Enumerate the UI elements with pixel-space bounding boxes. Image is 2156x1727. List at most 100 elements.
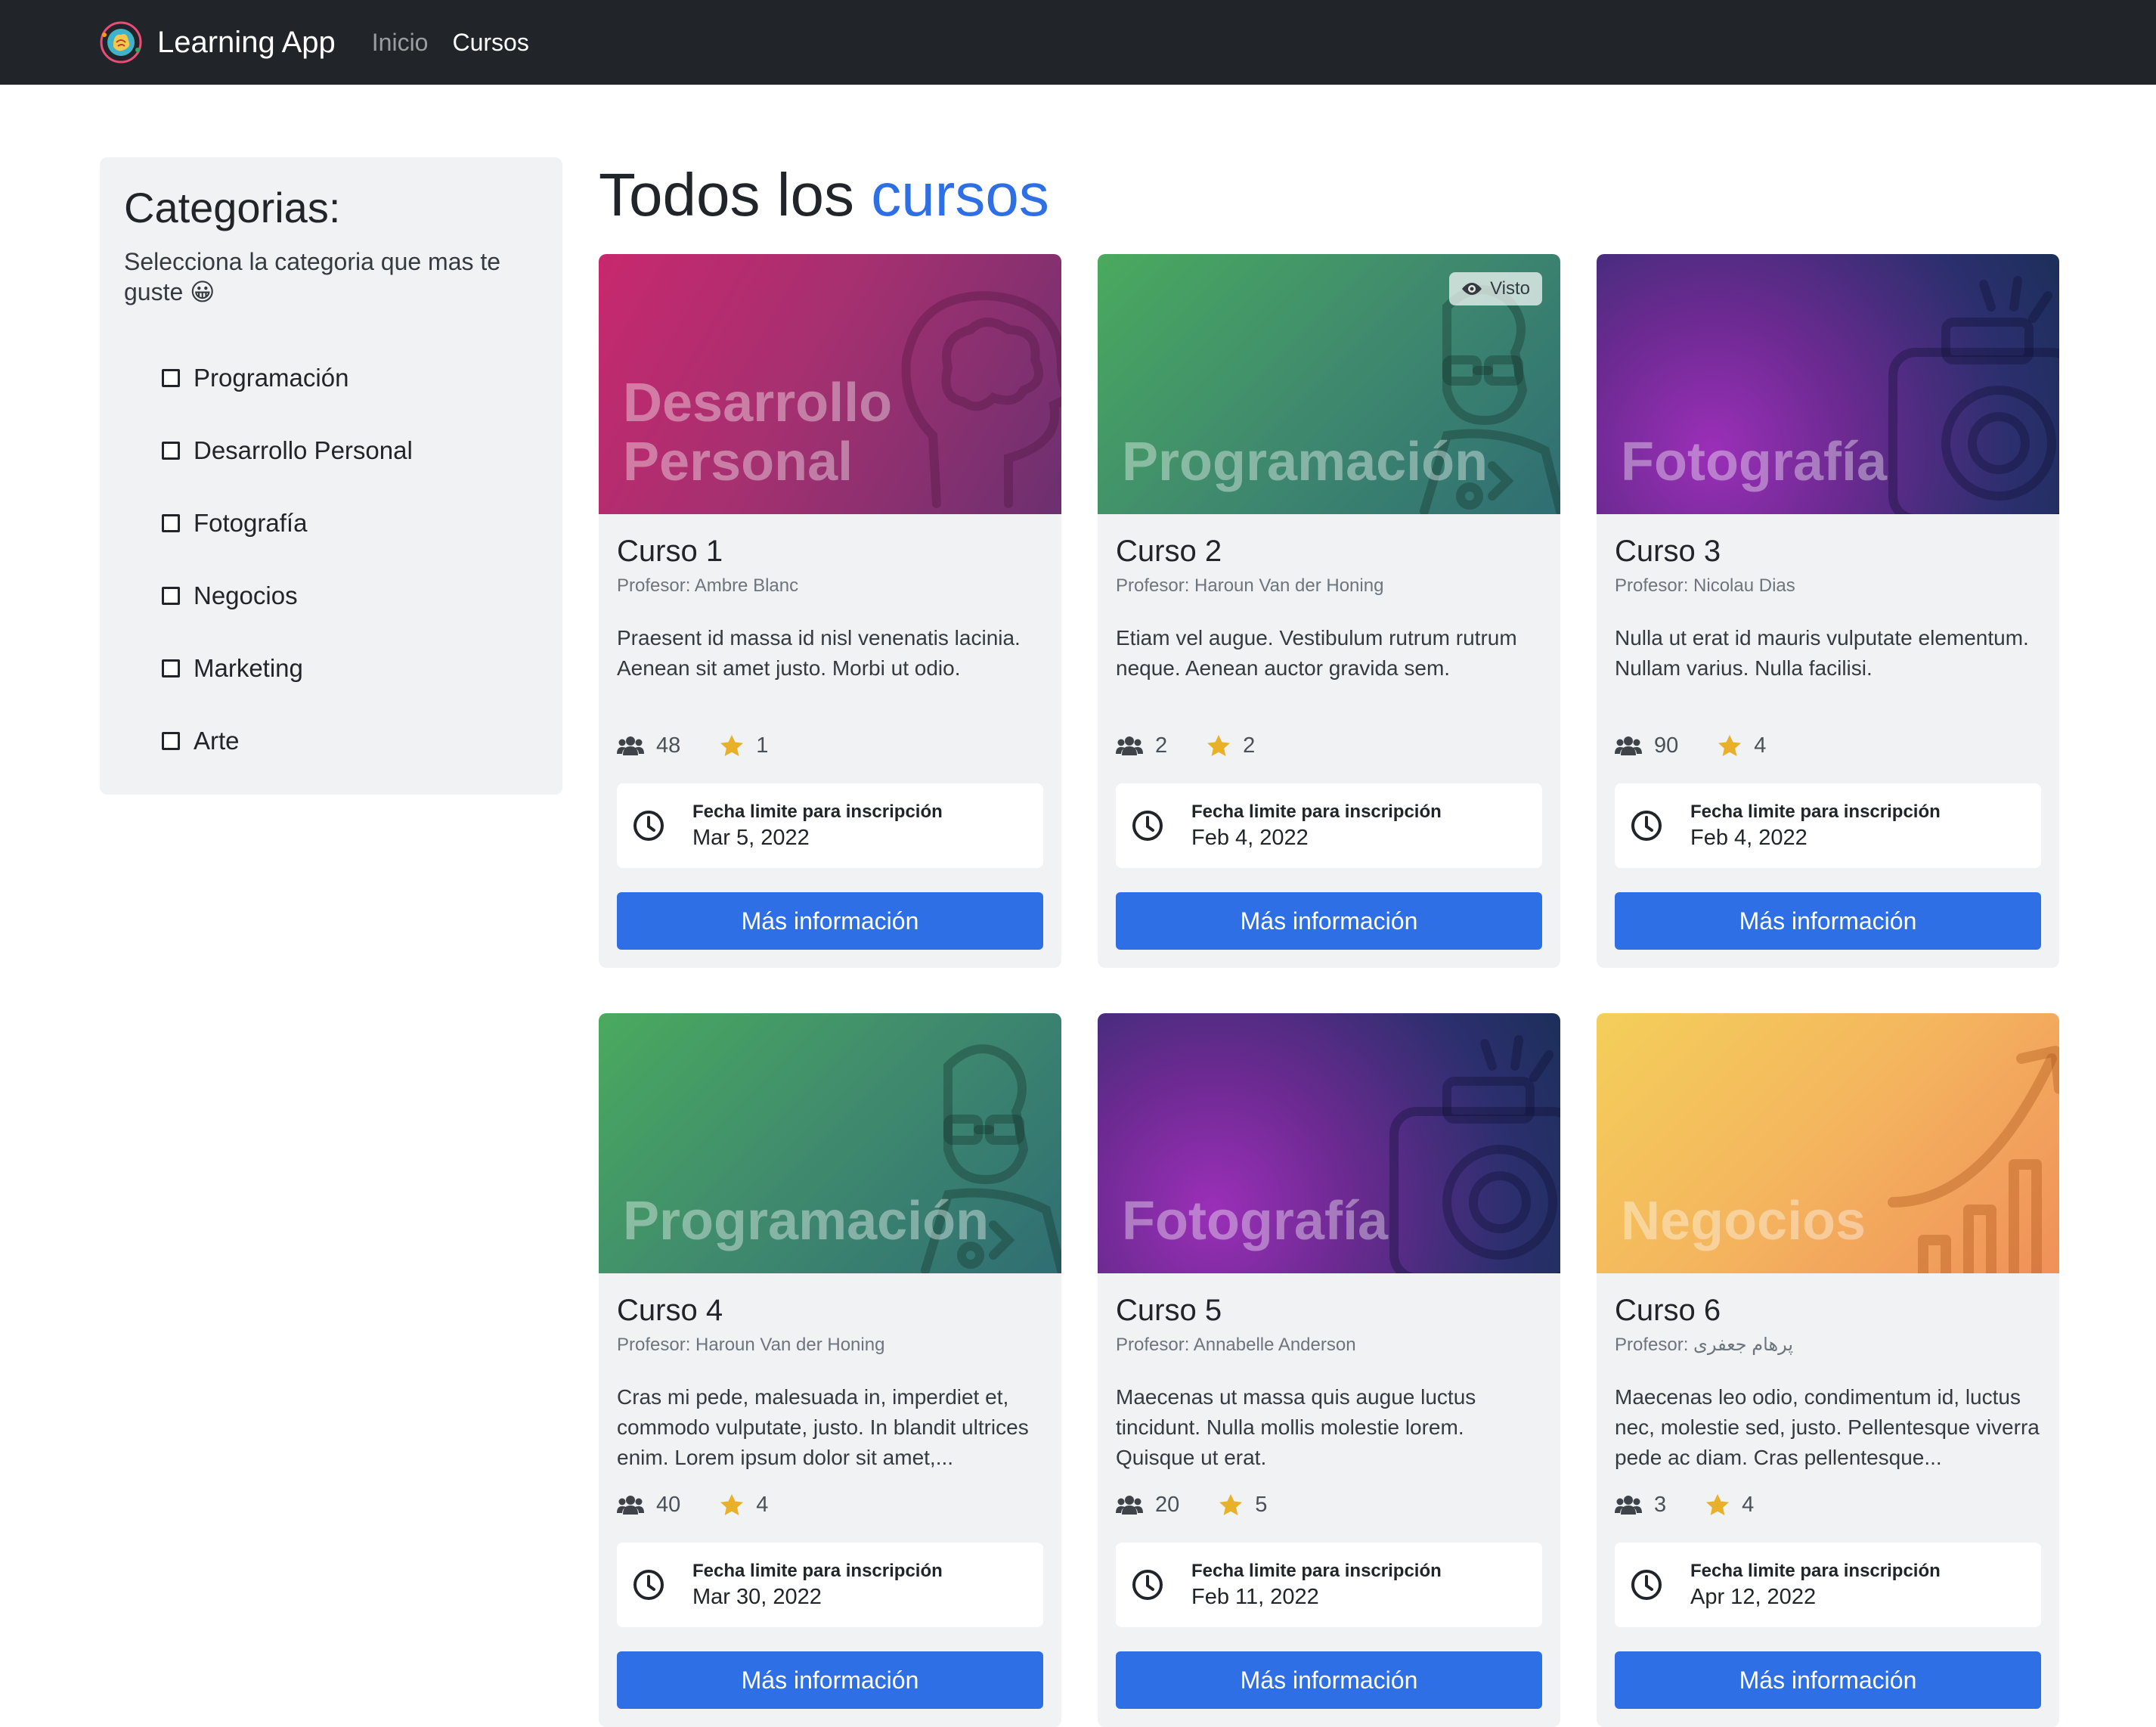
category-checkbox[interactable]	[162, 586, 180, 605]
star-icon	[1718, 735, 1742, 756]
course-teacher: Profesor: Annabelle Anderson	[1116, 1335, 1356, 1355]
course-stats: 34	[1615, 1482, 2041, 1527]
course-card: Programación Curso 4 Profesor: Haroun Van …	[599, 1013, 1061, 1727]
course-hero-image: Desarrollo Personal	[599, 254, 1061, 514]
more-info-button[interactable]: Más información	[1615, 892, 2041, 950]
category-checkbox[interactable]	[162, 513, 180, 532]
rating-value: 2	[1243, 733, 1256, 758]
sidebar-subtitle: Selecciona la categoria que mas te guste…	[124, 247, 501, 305]
category-label: Fotografía	[194, 508, 308, 537]
deadline-label: Fecha limite para inscripción	[692, 801, 943, 822]
students-count: 48	[617, 733, 680, 758]
deadline-date: Mar 5, 2022	[692, 826, 810, 850]
course-stats: 48 1	[617, 723, 1043, 768]
category-filter-panel: Categorias: Selecciona la categoria que …	[100, 157, 562, 795]
more-info-button[interactable]: Más información	[1116, 1651, 1542, 1709]
students-icon	[1116, 1496, 1143, 1515]
course-card: Fotografía Curso 5 Profesor: Annabelle And…	[1098, 1013, 1560, 1727]
star-icon	[720, 735, 744, 756]
course-teacher: Profesor: Ambre Blanc	[617, 575, 799, 596]
course-card-body: Curso 3 Profesor: Nicolau Dias Nulla ut er…	[1597, 514, 2059, 968]
category-label: Desarrollo Personal	[194, 436, 413, 464]
course-card-body: Curso 2 Profesor: Haroun Van der Honing Et…	[1098, 514, 1560, 968]
course-description: Maecenas leo odio, condimentum id, luctu…	[1615, 1385, 2040, 1469]
deadline-text: Fecha limite para inscripción Feb 11, 202…	[1191, 1559, 1442, 1611]
star-icon	[1219, 1494, 1243, 1515]
course-teacher: Profesor: Nicolau Dias	[1615, 575, 1795, 596]
category-label: Negocios	[194, 581, 298, 609]
category-item[interactable]: Programación	[162, 342, 538, 414]
course-card: Fotografía Curso 3 Profesor: Nicolau Dias N…	[1597, 254, 2059, 968]
category-checkbox[interactable]	[162, 368, 180, 387]
deadline-date: Apr 12, 2022	[1690, 1585, 1817, 1609]
students-icon	[1615, 736, 1642, 755]
deadline-text: Fecha limite para inscripción Feb 4, 2022	[1191, 800, 1442, 851]
deadline-text: Fecha limite para inscripción Feb 4, 2022	[1690, 800, 1941, 851]
course-description: Nulla ut erat id mauris vulputate elemen…	[1615, 626, 2029, 680]
students-value: 48	[656, 733, 681, 758]
more-info-button[interactable]: Más información	[1116, 892, 1542, 950]
course-hero-image: Programación Visto	[1098, 254, 1560, 514]
category-checkbox[interactable]	[162, 441, 180, 460]
growth-chart-icon	[1888, 1046, 2059, 1273]
students-icon	[1615, 1496, 1642, 1515]
course-title: Curso 6	[1615, 1294, 1721, 1327]
course-card-body: Curso 1 Profesor: Ambre Blanc Praesent id …	[599, 514, 1061, 968]
course-category-label: Programación	[1122, 432, 1488, 492]
course-card-body: Curso 4 Profesor: Haroun Van der Honing Cr…	[599, 1273, 1061, 1727]
clock-icon	[633, 1570, 664, 1600]
brand-link[interactable]: Learning App	[98, 20, 336, 65]
page-title: Todos los cursos	[599, 157, 1049, 233]
deadline-label: Fecha limite para inscripción	[1191, 801, 1442, 822]
clock-icon	[1631, 811, 1662, 841]
category-label: Arte	[194, 726, 240, 755]
category-item[interactable]: Fotografía	[162, 487, 538, 560]
course-stats: 20 5	[1116, 1482, 1542, 1527]
star-icon	[720, 1494, 744, 1515]
students-count: 90	[1615, 733, 1678, 758]
rating-value: 4	[756, 1492, 769, 1517]
deadline-date: Feb 4, 2022	[1690, 826, 1808, 850]
course-title: Curso 2	[1116, 535, 1222, 568]
students-value: 2	[1155, 733, 1168, 758]
enrollment-deadline: Fecha limite para inscripción Mar 5, 2022	[617, 783, 1043, 868]
sidebar-title: Categorias:	[124, 184, 341, 231]
deadline-text: Fecha limite para inscripción Mar 5, 2022	[692, 800, 943, 851]
more-info-button[interactable]: Más información	[617, 1651, 1043, 1709]
course-hero-image: Negocios	[1597, 1013, 2059, 1273]
rating-value: 5	[1255, 1492, 1268, 1517]
students-count: 20	[1116, 1493, 1179, 1518]
category-item[interactable]: Arte	[162, 705, 538, 777]
more-info-button[interactable]: Más información	[1615, 1651, 2041, 1709]
students-value: 40	[656, 1492, 681, 1517]
category-item[interactable]: Marketing	[162, 632, 538, 705]
course-hero-image: Fotografía	[1597, 254, 2059, 514]
course-stats: 90 4	[1615, 723, 2041, 768]
category-item[interactable]: Negocios	[162, 560, 538, 632]
deadline-date: Mar 30, 2022	[692, 1585, 822, 1609]
course-rating: 4	[720, 1493, 768, 1518]
students-value: 20	[1155, 1492, 1180, 1517]
students-value: 3	[1654, 1492, 1667, 1517]
course-category-label: Programación	[623, 1191, 990, 1251]
course-description: Etiam vel augue. Vestibulum rutrum rutru…	[1116, 626, 1517, 680]
category-checkbox[interactable]	[162, 659, 180, 677]
students-count: 40	[617, 1493, 680, 1518]
deadline-label: Fecha limite para inscripción	[1690, 1561, 1941, 1581]
nav-link-cursos[interactable]: Cursos	[452, 29, 528, 57]
course-teacher: Profesor: Haroun Van der Honing	[1116, 575, 1384, 596]
category-list: Programación Desarrollo Personal Fotografí…	[124, 342, 538, 777]
nav-link-inicio[interactable]: Inicio	[372, 29, 429, 57]
course-title: Curso 3	[1615, 535, 1721, 568]
seen-badge-label: Visto	[1490, 278, 1530, 299]
star-icon	[1207, 735, 1231, 756]
category-checkbox[interactable]	[162, 731, 180, 750]
seen-badge: Visto	[1449, 272, 1542, 305]
star-icon	[1706, 1494, 1730, 1515]
course-hero-image: Programación	[599, 1013, 1061, 1273]
category-item[interactable]: Desarrollo Personal	[162, 414, 538, 487]
clock-icon	[1631, 1570, 1662, 1600]
more-info-button[interactable]: Más información	[617, 892, 1043, 950]
rating-value: 1	[756, 733, 769, 758]
enrollment-deadline: Fecha limite para inscripción Mar 30, 202…	[617, 1543, 1043, 1627]
